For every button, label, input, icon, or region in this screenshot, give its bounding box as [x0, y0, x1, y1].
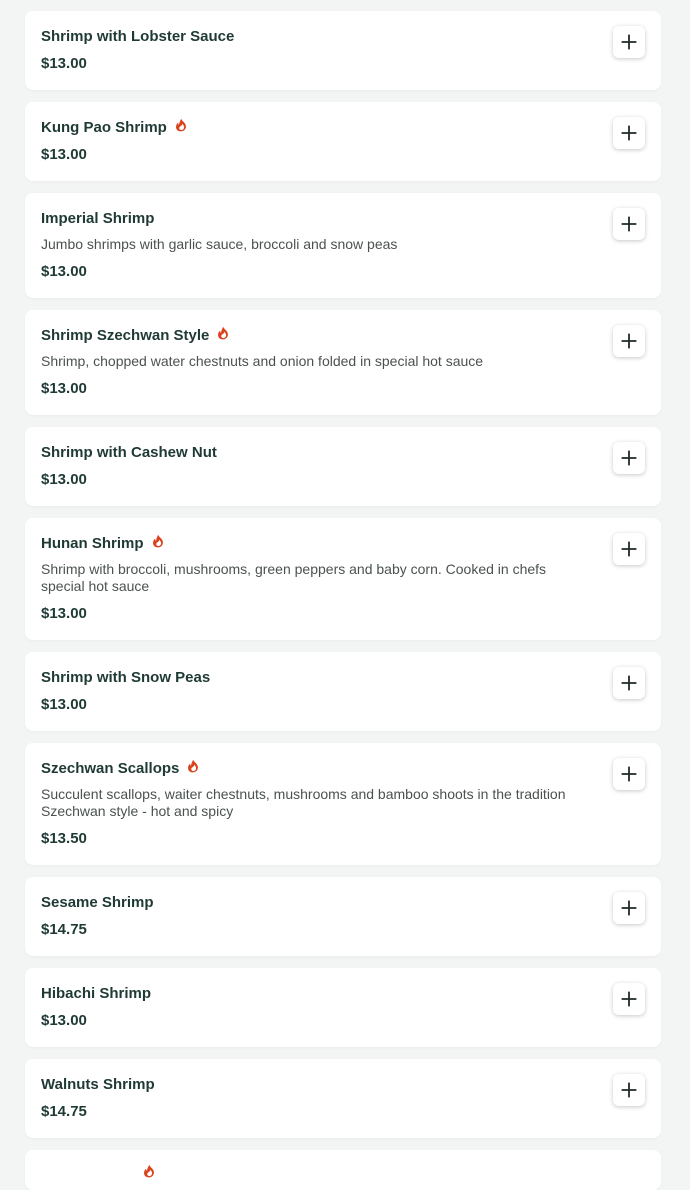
- menu-item-name-row: Hibachi Shrimp: [41, 984, 585, 1004]
- menu-item-name: Kung Pao Shrimp: [41, 119, 167, 136]
- add-to-cart-button[interactable]: [613, 117, 645, 149]
- add-to-cart-button[interactable]: [613, 208, 645, 240]
- menu-item-name: Shrimp with Lobster Sauce: [41, 28, 235, 45]
- plus-icon: [621, 34, 637, 50]
- flame-icon: [217, 326, 229, 340]
- add-to-cart-button[interactable]: [613, 667, 645, 699]
- menu-item-name: Imperial Shrimp: [41, 210, 155, 227]
- add-to-cart-button[interactable]: [613, 442, 645, 474]
- menu-item-name: Shrimp Szechwan Style: [41, 327, 210, 344]
- menu-item-name: Szechwan Scallops: [41, 760, 180, 777]
- menu-item-name: Sesame Shrimp: [41, 894, 154, 911]
- menu-item-name-row: Imperial Shrimp: [41, 209, 585, 229]
- menu-item-card[interactable]: Hibachi Shrimp $13.00: [25, 968, 661, 1047]
- menu-item-description: Shrimp, chopped water chestnuts and onio…: [41, 353, 484, 369]
- menu-item-name-row: Shrimp with Lobster Sauce: [41, 27, 585, 47]
- add-to-cart-button[interactable]: [613, 983, 645, 1015]
- menu-item-card[interactable]: Shrimp with Snow Peas $13.00: [25, 652, 661, 731]
- plus-icon: [621, 541, 637, 557]
- add-to-cart-button[interactable]: [613, 892, 645, 924]
- menu-item-card[interactable]: Walnuts Shrimp $14.75: [25, 1059, 661, 1138]
- menu-item-price: $13.00: [41, 1012, 87, 1029]
- menu-item-description: Jumbo shrimps with garlic sauce, broccol…: [41, 236, 398, 252]
- add-to-cart-button[interactable]: [613, 758, 645, 790]
- flame-icon: [143, 1164, 155, 1183]
- menu-item-card[interactable]: Imperial Shrimp Jumbo shrimps with garlic…: [25, 193, 661, 298]
- menu-item-card-partial[interactable]: [25, 1150, 661, 1190]
- plus-icon: [621, 216, 637, 232]
- plus-icon: [621, 991, 637, 1007]
- menu-item-price: $13.00: [41, 471, 87, 488]
- menu-item-name-row: Hunan Shrimp: [41, 534, 585, 554]
- menu-item-card[interactable]: Shrimp with Cashew Nut $13.00: [25, 427, 661, 506]
- flame-icon: [152, 534, 164, 548]
- plus-icon: [621, 900, 637, 916]
- plus-icon: [621, 450, 637, 466]
- menu-item-list: Shrimp with Lobster Sauce $13.00 Kung Pao …: [25, 11, 661, 1190]
- menu-item-card[interactable]: Szechwan Scallops Succulent scallops, wai…: [25, 743, 661, 865]
- menu-item-name: Shrimp with Cashew Nut: [41, 444, 217, 461]
- menu-item-name-row: Szechwan Scallops: [41, 759, 585, 779]
- plus-icon: [621, 675, 637, 691]
- menu-item-name: Hibachi Shrimp: [41, 985, 152, 1002]
- menu-item-price: $14.75: [41, 921, 87, 938]
- menu-item-price: $13.00: [41, 263, 87, 280]
- add-to-cart-button[interactable]: [613, 1074, 645, 1106]
- add-to-cart-button[interactable]: [613, 325, 645, 357]
- menu-item-name-row: Kung Pao Shrimp: [41, 118, 585, 138]
- plus-icon: [621, 766, 637, 782]
- menu-item-card[interactable]: Sesame Shrimp $14.75: [25, 877, 661, 956]
- menu-item-price: $13.00: [41, 55, 87, 72]
- menu-item-price: $13.50: [41, 830, 87, 847]
- menu-item-price: $13.00: [41, 380, 87, 397]
- menu-item-description: Shrimp with broccoli, mushrooms, green p…: [41, 561, 547, 594]
- menu-item-card[interactable]: Hunan Shrimp Shrimp with broccoli, mushro…: [25, 518, 661, 640]
- menu-item-name-row: Shrimp with Snow Peas: [41, 668, 585, 688]
- menu-item-name-row: Shrimp Szechwan Style: [41, 326, 585, 346]
- menu-item-description: Succulent scallops, waiter chestnuts, mu…: [41, 786, 566, 819]
- plus-icon: [621, 333, 637, 349]
- plus-icon: [621, 125, 637, 141]
- menu-item-card[interactable]: Kung Pao Shrimp $13.00: [25, 102, 661, 181]
- menu-item-name-row: Shrimp with Cashew Nut: [41, 443, 585, 463]
- menu-item-card[interactable]: Shrimp with Lobster Sauce $13.00: [25, 11, 661, 90]
- add-to-cart-button[interactable]: [613, 533, 645, 565]
- menu-item-price: $13.00: [41, 605, 87, 622]
- flame-icon: [187, 759, 199, 773]
- plus-icon: [621, 1082, 637, 1098]
- menu-item-price: $14.75: [41, 1103, 87, 1120]
- menu-item-card[interactable]: Shrimp Szechwan Style Shrimp, chopped wat…: [25, 310, 661, 415]
- menu-item-name-row: Walnuts Shrimp: [41, 1075, 585, 1095]
- menu-item-name-row: Sesame Shrimp: [41, 893, 585, 913]
- menu-item-name: Hunan Shrimp: [41, 535, 144, 552]
- menu-item-name: Shrimp with Snow Peas: [41, 669, 211, 686]
- add-to-cart-button[interactable]: [613, 26, 645, 58]
- menu-item-price: $13.00: [41, 696, 87, 713]
- flame-icon: [175, 118, 187, 132]
- menu-item-price: $13.00: [41, 146, 87, 163]
- menu-item-name: Walnuts Shrimp: [41, 1076, 155, 1093]
